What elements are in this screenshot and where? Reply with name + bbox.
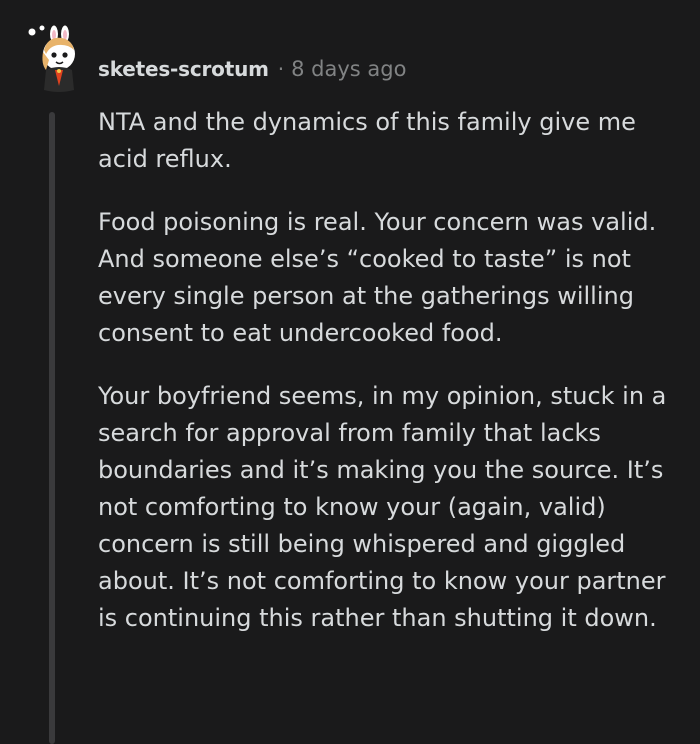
comment-paragraph-3: Your boyfriend seems, in my opinion, stu… (98, 382, 667, 632)
comment-author[interactable]: sketes-scrotum (98, 57, 269, 81)
snoo-bunny-avatar-icon[interactable] (24, 24, 84, 96)
comment-body: NTA and the dynamics of this family give… (98, 104, 688, 663)
meta-separator: · (277, 57, 285, 81)
comment-paragraph-2: Food poisoning is real. Your concern was… (98, 208, 657, 347)
comment-timestamp[interactable]: 8 days ago (291, 57, 406, 81)
thread-collapse-line[interactable] (49, 112, 55, 744)
comment-paragraph-1: NTA and the dynamics of this family give… (98, 108, 636, 173)
comment-meta: sketes-scrotum · 8 days ago (98, 52, 406, 86)
comment: sketes-scrotum · 8 days ago NTA and the … (0, 0, 700, 744)
